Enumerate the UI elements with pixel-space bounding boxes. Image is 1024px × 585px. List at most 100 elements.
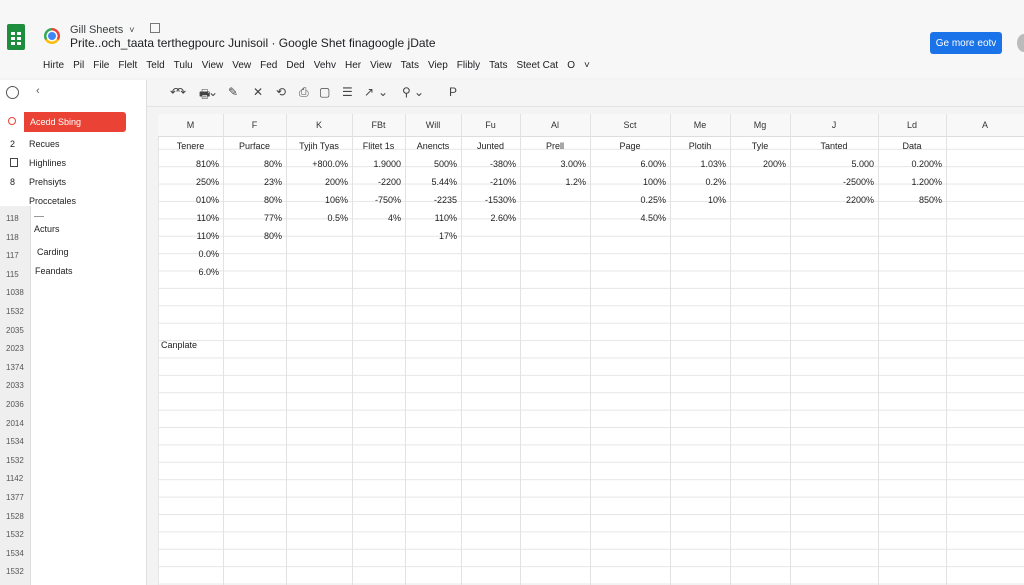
table-cell[interactable]: 1.9000 [373, 159, 401, 169]
table-cell[interactable]: 110% [197, 213, 219, 223]
menu-item[interactable]: Steet Cat [516, 60, 558, 71]
menu-item[interactable]: Flibly [457, 60, 480, 71]
collapse-arrow-icon[interactable]: ‹ [36, 85, 40, 97]
table-cell[interactable]: 2.60% [490, 213, 516, 223]
menu-item[interactable]: Teld [146, 60, 164, 71]
header-cell[interactable]: Plotih [670, 141, 730, 151]
table-cell[interactable]: -750% [375, 195, 401, 205]
table-cell[interactable]: 110% [197, 231, 219, 241]
share-button[interactable]: Ge more eotv [930, 32, 1002, 54]
table-cell[interactable]: 80% [264, 195, 282, 205]
align-icon[interactable]: ☰ [342, 85, 353, 99]
clock-icon[interactable] [6, 86, 19, 99]
paint-icon[interactable]: ✎ [228, 85, 238, 99]
table-cell[interactable]: -210% [490, 177, 516, 187]
table-cell[interactable]: 0.0% [198, 249, 219, 259]
column-header[interactable]: M [158, 120, 223, 130]
table-cell[interactable]: 3.00% [560, 159, 586, 169]
sidebar-item-acturs[interactable]: Acturs [34, 224, 60, 234]
link-icon[interactable]: ↗ [364, 85, 374, 99]
row-number[interactable]: 1532 [6, 456, 24, 465]
row-number[interactable]: 118 [6, 233, 19, 242]
table-cell[interactable]: 0.5% [327, 213, 348, 223]
chevron-down-icon[interactable]: ˅ [129, 25, 134, 35]
menu-item[interactable]: View [370, 60, 392, 71]
table-cell[interactable]: 5.000 [851, 159, 874, 169]
header-cell[interactable]: Tyjih Tyas [286, 141, 352, 151]
table-cell[interactable]: +800.0% [312, 159, 348, 169]
search-icon[interactable] [8, 117, 16, 125]
table-cell[interactable]: 810% [196, 159, 219, 169]
column-header[interactable]: K [286, 120, 352, 130]
menu-item[interactable]: Viep [428, 60, 448, 71]
redo-icon[interactable]: ↷ [176, 85, 186, 99]
avatar[interactable] [1017, 34, 1024, 52]
column-header[interactable]: Will [405, 120, 461, 130]
column-header[interactable]: FBt [352, 120, 405, 130]
menu-item[interactable]: Her [345, 60, 361, 71]
column-header[interactable]: Mg [730, 120, 790, 130]
table-cell[interactable]: 1.03% [700, 159, 726, 169]
sidebar-item-highlines[interactable]: Highlines [29, 158, 66, 168]
column-header[interactable]: J [790, 120, 878, 130]
table-cell[interactable]: 4.50% [640, 213, 666, 223]
table-cell[interactable]: 100% [643, 177, 666, 187]
sidebar-item-active[interactable]: Acedd Sbing [24, 112, 126, 132]
table-cell[interactable]: 6.0% [198, 267, 219, 277]
copy-icon[interactable]: ⎙ [299, 85, 309, 100]
text-format-icon[interactable]: P [449, 85, 457, 99]
app-title[interactable]: Gill Sheets ˅ [70, 23, 160, 36]
column-header[interactable]: Al [520, 120, 590, 130]
menu-item[interactable]: Ded [286, 60, 304, 71]
header-cell[interactable]: Anencts [405, 141, 461, 151]
column-header[interactable]: Me [670, 120, 730, 130]
table-cell[interactable]: 0.25% [640, 195, 666, 205]
table-cell[interactable]: -2500% [843, 177, 874, 187]
menu-item[interactable]: Tats [489, 60, 507, 71]
table-cell[interactable]: 200% [763, 159, 786, 169]
menu-item[interactable]: Fed [260, 60, 277, 71]
table-cell[interactable]: -2235 [434, 195, 457, 205]
note-cell[interactable]: Canplate [161, 340, 197, 350]
row-number[interactable]: 2023 [6, 344, 24, 353]
table-cell[interactable]: 80% [264, 159, 282, 169]
header-cell[interactable]: Page [590, 141, 670, 151]
row-number[interactable]: 1038 [6, 288, 24, 297]
table-cell[interactable]: -2200 [378, 177, 401, 187]
sheets-logo-icon[interactable] [7, 24, 25, 50]
menu-item[interactable]: Tulu [174, 60, 193, 71]
menu-item[interactable]: O [567, 60, 575, 71]
row-number[interactable]: 118 [6, 214, 19, 223]
row-number[interactable]: 2033 [6, 381, 24, 390]
row-number[interactable]: 2014 [6, 419, 24, 428]
row-number[interactable]: 1142 [6, 474, 23, 483]
chevron-down-icon[interactable]: ⌄ [208, 85, 218, 99]
menu-item[interactable]: Pil [73, 60, 84, 71]
row-number[interactable]: 1532 [6, 567, 24, 576]
row-number[interactable]: 1528 [6, 512, 24, 521]
table-cell[interactable]: 6.00% [640, 159, 666, 169]
table-cell[interactable]: 200% [325, 177, 348, 187]
table-cell[interactable]: 1.2% [565, 177, 586, 187]
row-number[interactable]: 2036 [6, 400, 24, 409]
column-header[interactable]: Sct [590, 120, 670, 130]
menu-item[interactable]: Vehv [314, 60, 336, 71]
table-cell[interactable]: 500% [434, 159, 457, 169]
folder-icon[interactable] [149, 23, 160, 33]
table-cell[interactable]: 77% [264, 213, 282, 223]
column-header[interactable]: A [946, 120, 1024, 130]
table-cell[interactable]: 5.44% [431, 177, 457, 187]
header-cell[interactable]: Tenere [158, 141, 223, 151]
menu-item[interactable]: Tats [401, 60, 419, 71]
table-cell[interactable]: 1.200% [911, 177, 942, 187]
clear-icon[interactable]: ✕ [253, 85, 263, 99]
sidebar-item-carding[interactable]: Carding [37, 247, 69, 257]
document-title[interactable]: Prite..och_taata terthegpourc Junisoil ·… [70, 36, 436, 50]
menu-item[interactable]: Flelt [118, 60, 137, 71]
menu-item[interactable]: View [202, 60, 224, 71]
table-cell[interactable]: 850% [919, 195, 942, 205]
row-number[interactable]: 1532 [6, 530, 24, 539]
paint-bucket-icon[interactable]: ⚲ [402, 85, 411, 99]
table-cell[interactable]: 0.2% [705, 177, 726, 187]
column-header[interactable]: F [223, 120, 286, 130]
